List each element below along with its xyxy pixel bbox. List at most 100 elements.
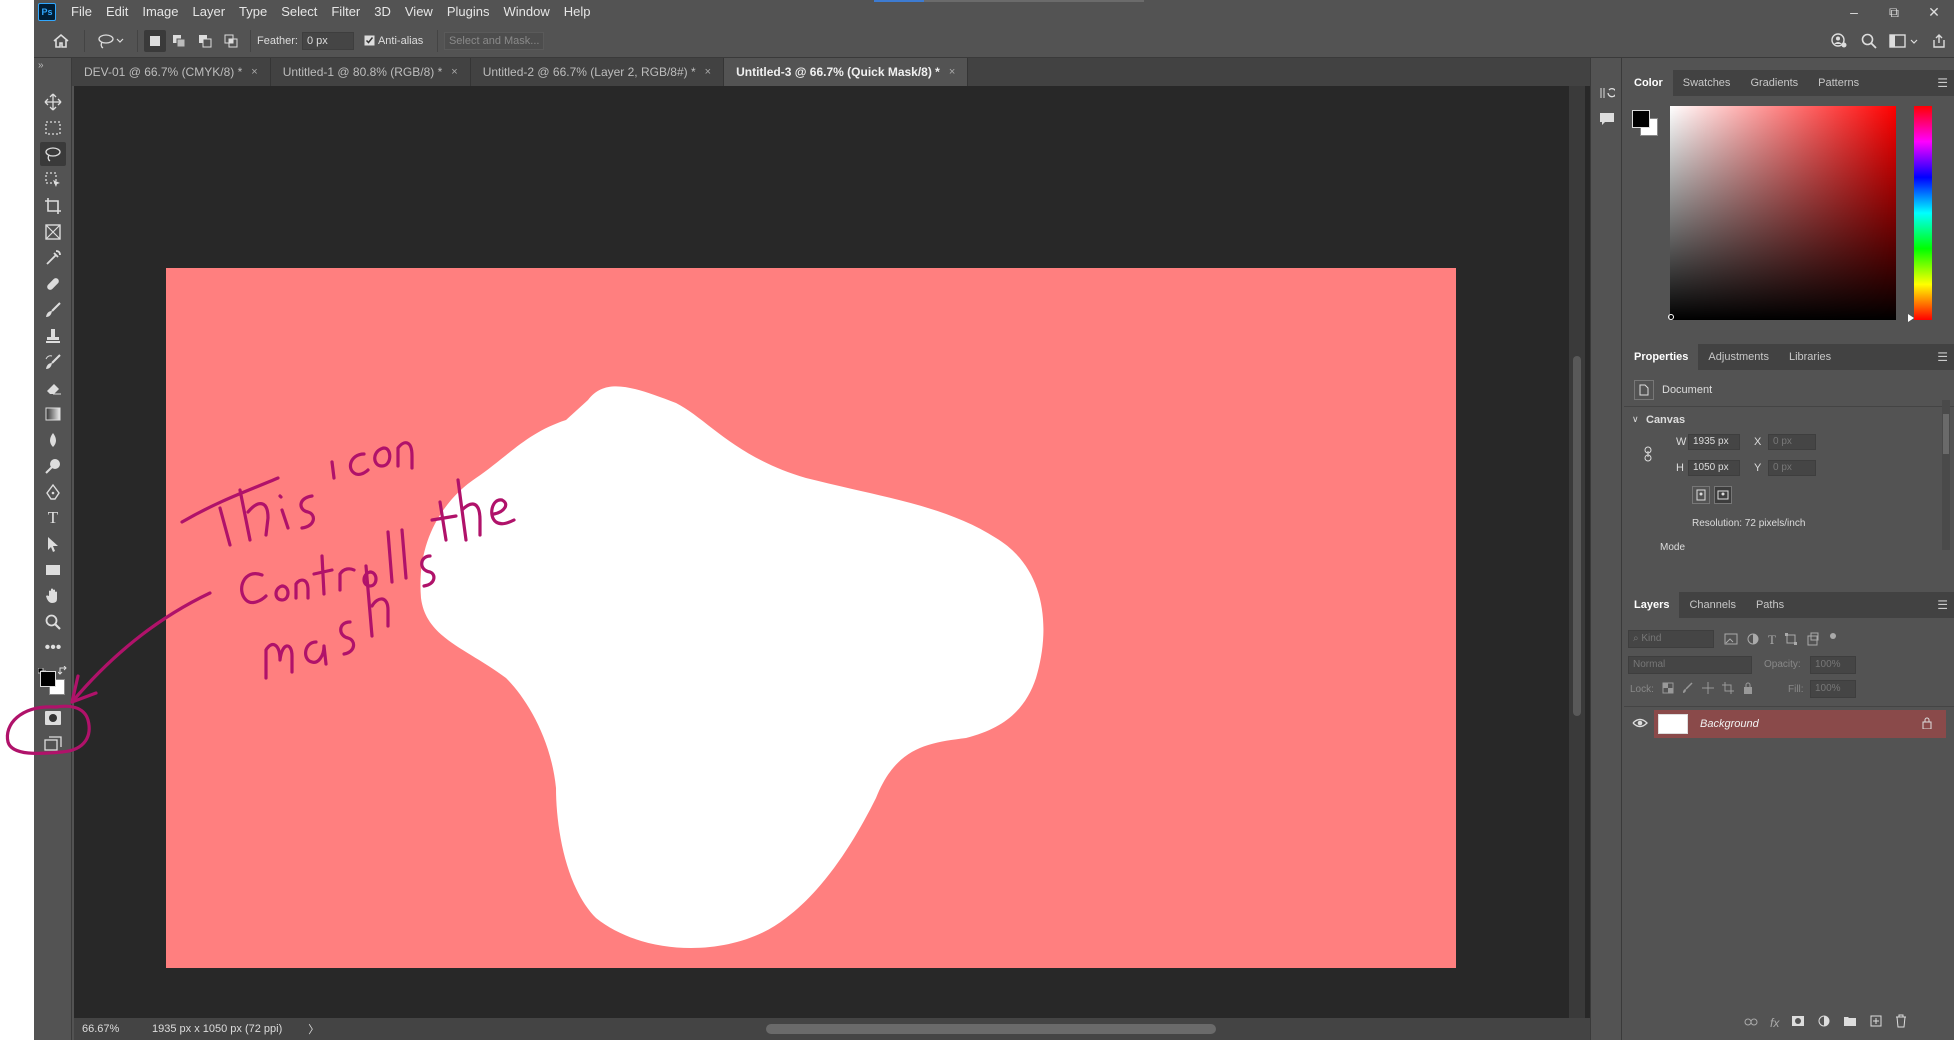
menu-window[interactable]: Window — [496, 0, 556, 24]
tab-untitled-2[interactable]: Untitled-2 @ 66.7% (Layer 2, RGB/8#) * × — [470, 58, 725, 86]
pen-tool-icon[interactable] — [40, 480, 66, 504]
search-icon[interactable] — [1854, 33, 1884, 49]
lock-transparent-icon[interactable] — [1662, 682, 1674, 697]
layer-style-fx-icon[interactable]: fx — [1770, 1016, 1779, 1030]
tab-libraries[interactable]: Libraries — [1779, 344, 1841, 370]
frame-tool-icon[interactable] — [40, 220, 66, 244]
menu-3d[interactable]: 3D — [367, 0, 398, 24]
filter-toggle-icon[interactable] — [1828, 632, 1838, 649]
feather-input[interactable]: 0 px — [301, 31, 354, 50]
document-canvas[interactable] — [166, 268, 1456, 968]
tab-dev-01[interactable]: DEV-01 @ 66.7% (CMYK/8) * × — [72, 58, 271, 86]
quick-mask-mode-icon[interactable] — [40, 706, 66, 730]
filter-shape-icon[interactable] — [1784, 632, 1798, 649]
portrait-orientation-icon[interactable] — [1692, 486, 1710, 504]
intersect-selection-icon[interactable] — [218, 30, 244, 52]
marquee-tool-icon[interactable] — [40, 116, 66, 140]
tab-close-icon[interactable]: × — [451, 66, 457, 78]
type-tool-icon[interactable]: T — [40, 506, 66, 530]
menu-file[interactable]: File — [64, 0, 99, 24]
vertical-scrollbar[interactable] — [1569, 86, 1585, 1018]
tab-gradients[interactable]: Gradients — [1740, 70, 1808, 96]
lasso-preset-picker[interactable] — [91, 28, 131, 54]
layer-lock-icon[interactable] — [1922, 717, 1932, 732]
menu-view[interactable]: View — [398, 0, 440, 24]
move-tool-icon[interactable] — [40, 90, 66, 114]
eraser-tool-icon[interactable] — [40, 376, 66, 400]
crop-tool-icon[interactable] — [40, 194, 66, 218]
photoshop-logo[interactable]: Ps — [38, 3, 56, 21]
gradient-tool-icon[interactable] — [40, 402, 66, 426]
layer-name[interactable]: Background — [1700, 718, 1759, 730]
eyedropper-tool-icon[interactable] — [40, 246, 66, 270]
tab-adjustments[interactable]: Adjustments — [1698, 344, 1779, 370]
menu-select[interactable]: Select — [274, 0, 324, 24]
lock-position-icon[interactable] — [1702, 682, 1714, 697]
opacity-input[interactable]: 100% — [1810, 656, 1856, 674]
color-panel-menu-icon[interactable]: ☰ — [1937, 76, 1948, 90]
antialias-checkbox[interactable] — [362, 35, 378, 46]
tab-close-icon[interactable]: × — [949, 66, 955, 78]
color-field-cursor[interactable] — [1668, 314, 1674, 320]
foreground-color-swatch[interactable] — [40, 671, 56, 687]
tab-paths[interactable]: Paths — [1746, 592, 1794, 618]
properties-scrollbar[interactable] — [1942, 400, 1950, 550]
close-button[interactable]: ✕ — [1914, 0, 1954, 24]
menu-help[interactable]: Help — [557, 0, 598, 24]
horizontal-scroll-thumb[interactable] — [766, 1024, 1216, 1034]
tab-layers[interactable]: Layers — [1624, 592, 1680, 618]
filter-pixel-icon[interactable] — [1724, 632, 1738, 649]
height-input[interactable]: 1050 px — [1688, 460, 1740, 476]
screen-mode-icon[interactable] — [40, 732, 66, 756]
menu-layer[interactable]: Layer — [186, 0, 233, 24]
tab-color[interactable]: Color — [1624, 70, 1673, 96]
workspace-icon[interactable] — [1884, 33, 1924, 49]
share-icon[interactable] — [1924, 33, 1954, 49]
history-brush-tool-icon[interactable] — [40, 350, 66, 374]
layer-filter-kind[interactable]: ⌕ Kind — [1628, 630, 1714, 648]
filter-type-icon[interactable]: T — [1768, 632, 1776, 649]
menu-filter[interactable]: Filter — [324, 0, 367, 24]
canvas-workspace[interactable] — [74, 86, 1606, 1018]
width-input[interactable]: 1935 px — [1688, 434, 1740, 450]
properties-scroll-thumb[interactable] — [1943, 414, 1949, 454]
fill-input[interactable]: 100% — [1810, 680, 1856, 698]
path-selection-tool-icon[interactable] — [40, 532, 66, 556]
link-layers-icon[interactable] — [1744, 1015, 1758, 1030]
add-to-selection-icon[interactable] — [166, 30, 192, 52]
tab-properties[interactable]: Properties — [1624, 344, 1699, 370]
filter-adjustment-icon[interactable] — [1746, 632, 1760, 649]
adjustment-layer-icon[interactable] — [1817, 1014, 1831, 1031]
y-input[interactable]: 0 px — [1768, 460, 1816, 476]
menu-edit[interactable]: Edit — [99, 0, 135, 24]
lock-all-icon[interactable] — [1742, 682, 1754, 697]
home-icon[interactable] — [44, 26, 78, 56]
x-input[interactable]: 0 px — [1768, 434, 1816, 450]
healing-brush-tool-icon[interactable] — [40, 272, 66, 296]
subtract-from-selection-icon[interactable] — [192, 30, 218, 52]
edit-toolbar-icon[interactable]: ••• — [40, 636, 66, 660]
layer-row-background[interactable]: Background — [1654, 710, 1946, 738]
history-icon[interactable] — [1595, 82, 1619, 104]
hue-slider-handle[interactable] — [1908, 314, 1914, 322]
zoom-tool-icon[interactable] — [40, 610, 66, 634]
blur-tool-icon[interactable] — [40, 428, 66, 452]
menu-plugins[interactable]: Plugins — [440, 0, 497, 24]
color-field[interactable] — [1670, 106, 1896, 320]
new-group-icon[interactable] — [1843, 1015, 1857, 1030]
comments-icon[interactable] — [1595, 108, 1619, 130]
landscape-orientation-icon[interactable] — [1714, 486, 1732, 504]
share-user-icon[interactable] — [1824, 33, 1854, 49]
dodge-tool-icon[interactable] — [40, 454, 66, 478]
swap-colors-icon[interactable] — [57, 664, 68, 675]
tab-untitled-1[interactable]: Untitled-1 @ 80.8% (RGB/8) * × — [270, 58, 471, 86]
tab-swatches[interactable]: Swatches — [1673, 70, 1741, 96]
select-and-mask-button[interactable]: Select and Mask... — [444, 31, 545, 50]
blend-mode-select[interactable]: Normal — [1628, 656, 1752, 674]
brush-tool-icon[interactable] — [40, 298, 66, 322]
rectangle-tool-icon[interactable] — [40, 558, 66, 582]
vertical-scroll-thumb[interactable] — [1573, 356, 1581, 716]
collapse-toolbar-icon[interactable]: » — [38, 60, 44, 71]
status-menu-arrow[interactable]: 〉 — [308, 1021, 319, 1037]
tab-patterns[interactable]: Patterns — [1808, 70, 1869, 96]
